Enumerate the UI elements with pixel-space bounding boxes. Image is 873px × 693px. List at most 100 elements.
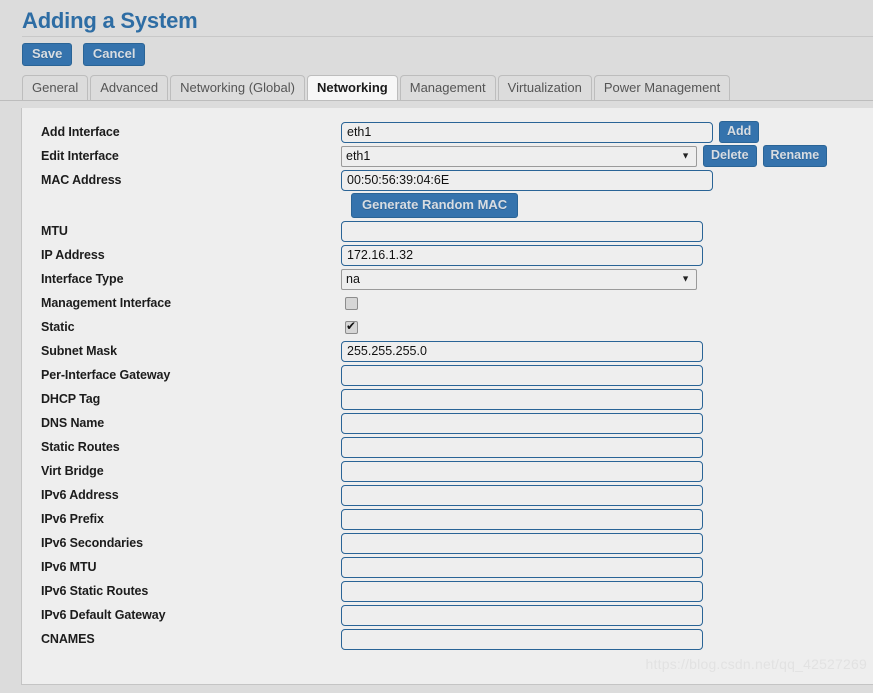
label-per-interface-gateway: Per-Interface Gateway <box>41 368 171 382</box>
row-dhcp-tag: DHCP Tag <box>22 387 873 411</box>
ipv6-mtu-input[interactable] <box>341 556 703 578</box>
label-cnames: CNAMES <box>41 632 95 646</box>
row-per-interface-gateway: Per-Interface Gateway <box>22 363 873 387</box>
generate-random-mac-button[interactable]: Generate Random MAC <box>351 193 519 218</box>
networking-panel: Add Interface Add Edit Interface eth1 ▼ … <box>21 108 873 685</box>
label-ipv6-mtu: IPv6 MTU <box>41 560 97 574</box>
field-dns-name <box>341 412 873 434</box>
row-subnet-mask: Subnet Mask <box>22 339 873 363</box>
label-mtu: MTU <box>41 224 68 238</box>
row-cnames: CNAMES <box>22 627 873 651</box>
ip-address-input[interactable] <box>341 244 703 266</box>
field-static-routes <box>341 436 873 458</box>
add-interface-input[interactable] <box>341 121 713 143</box>
row-mac-address: MAC Address <box>22 168 873 192</box>
management-interface-checkbox[interactable] <box>345 296 358 310</box>
row-ipv6-mtu: IPv6 MTU <box>22 555 873 579</box>
ipv6-address-input[interactable] <box>341 484 703 506</box>
field-ipv6-default-gateway <box>341 604 873 626</box>
row-ipv6-prefix: IPv6 Prefix <box>22 507 873 531</box>
field-ipv6-mtu <box>341 556 873 578</box>
field-ipv6-static-routes <box>341 580 873 602</box>
row-interface-type: Interface Type na ▼ <box>22 267 873 291</box>
row-static-routes: Static Routes <box>22 435 873 459</box>
label-mac-address: MAC Address <box>41 173 122 187</box>
row-generate-mac: Generate Random MAC <box>22 192 873 219</box>
tab-bar: General Advanced Networking (Global) Networ… <box>0 74 873 101</box>
row-ipv6-static-routes: IPv6 Static Routes <box>22 579 873 603</box>
dns-name-input[interactable] <box>341 412 703 434</box>
tab-management[interactable]: Management <box>399 75 496 100</box>
field-subnet-mask <box>341 340 873 362</box>
row-ipv6-address: IPv6 Address <box>22 483 873 507</box>
label-management-interface: Management Interface <box>41 296 171 310</box>
label-dns-name: DNS Name <box>41 416 105 430</box>
field-static <box>341 319 873 334</box>
field-ipv6-address <box>341 484 873 506</box>
tab-virtualization[interactable]: Virtualization <box>497 75 592 100</box>
label-edit-interface: Edit Interface <box>41 149 119 163</box>
label-ipv6-static-routes: IPv6 Static Routes <box>41 584 149 598</box>
row-dns-name: DNS Name <box>22 411 873 435</box>
label-ip-address: IP Address <box>41 248 105 262</box>
add-interface-button[interactable]: Add <box>719 121 760 143</box>
field-virt-bridge <box>341 460 873 482</box>
label-static-routes: Static Routes <box>41 440 120 454</box>
cnames-input[interactable] <box>341 628 703 650</box>
row-management-interface: Management Interface <box>22 291 873 315</box>
label-ipv6-address: IPv6 Address <box>41 488 119 502</box>
virt-bridge-input[interactable] <box>341 460 703 482</box>
label-virt-bridge: Virt Bridge <box>41 464 104 478</box>
action-button-bar: Save Cancel <box>0 37 873 72</box>
label-ipv6-prefix: IPv6 Prefix <box>41 512 104 526</box>
row-ipv6-default-gateway: IPv6 Default Gateway <box>22 603 873 627</box>
label-add-interface: Add Interface <box>41 125 120 139</box>
row-ipv6-secondaries: IPv6 Secondaries <box>22 531 873 555</box>
dhcp-tag-input[interactable] <box>341 388 703 410</box>
tab-networking[interactable]: Networking <box>306 75 398 100</box>
ipv6-static-routes-input[interactable] <box>341 580 703 602</box>
page-title: Adding a System <box>22 8 198 33</box>
ipv6-default-gateway-input[interactable] <box>341 604 703 626</box>
field-ipv6-prefix <box>341 508 873 530</box>
edit-interface-select[interactable]: eth1 <box>341 145 697 167</box>
rename-interface-button[interactable]: Rename <box>762 145 828 167</box>
field-management-interface <box>341 296 873 310</box>
row-mtu: MTU <box>22 219 873 243</box>
ipv6-prefix-input[interactable] <box>341 508 703 530</box>
row-add-interface: Add Interface Add <box>22 120 873 144</box>
tab-general[interactable]: General <box>22 75 89 100</box>
static-routes-input[interactable] <box>341 436 703 458</box>
field-interface-type: na ▼ <box>341 268 873 290</box>
field-per-interface-gateway <box>341 364 873 386</box>
per-interface-gateway-input[interactable] <box>341 364 703 386</box>
tab-power-management[interactable]: Power Management <box>593 75 731 100</box>
mac-address-input[interactable] <box>341 169 713 191</box>
label-dhcp-tag: DHCP Tag <box>41 392 101 406</box>
field-cnames <box>341 628 873 650</box>
cancel-button[interactable]: Cancel <box>82 43 146 66</box>
delete-interface-button[interactable]: Delete <box>703 145 757 167</box>
field-mtu <box>341 220 873 242</box>
static-checkbox[interactable] <box>345 319 358 334</box>
ipv6-secondaries-input[interactable] <box>341 532 703 554</box>
field-ip-address <box>341 244 873 266</box>
interface-type-select[interactable]: na <box>341 268 697 290</box>
label-subnet-mask: Subnet Mask <box>41 344 117 358</box>
row-edit-interface: Edit Interface eth1 ▼ Delete Rename <box>22 144 873 168</box>
field-ipv6-secondaries <box>341 532 873 554</box>
tab-advanced[interactable]: Advanced <box>90 75 169 100</box>
subnet-mask-input[interactable] <box>341 340 703 362</box>
label-ipv6-secondaries: IPv6 Secondaries <box>41 536 143 550</box>
tab-networking-global[interactable]: Networking (Global) <box>170 75 305 100</box>
field-rows-container: MTU IP Address Interface Type na▼ Management… <box>22 219 873 651</box>
row-static: Static <box>22 315 873 339</box>
label-static: Static <box>41 320 75 334</box>
mtu-input[interactable] <box>341 220 703 242</box>
label-ipv6-default-gateway: IPv6 Default Gateway <box>41 608 166 622</box>
save-button[interactable]: Save <box>22 43 73 66</box>
interface-type-select-wrap: na ▼ <box>341 268 697 290</box>
row-ip-address: IP Address <box>22 243 873 267</box>
row-virt-bridge: Virt Bridge <box>22 459 873 483</box>
label-interface-type: Interface Type <box>41 272 124 286</box>
